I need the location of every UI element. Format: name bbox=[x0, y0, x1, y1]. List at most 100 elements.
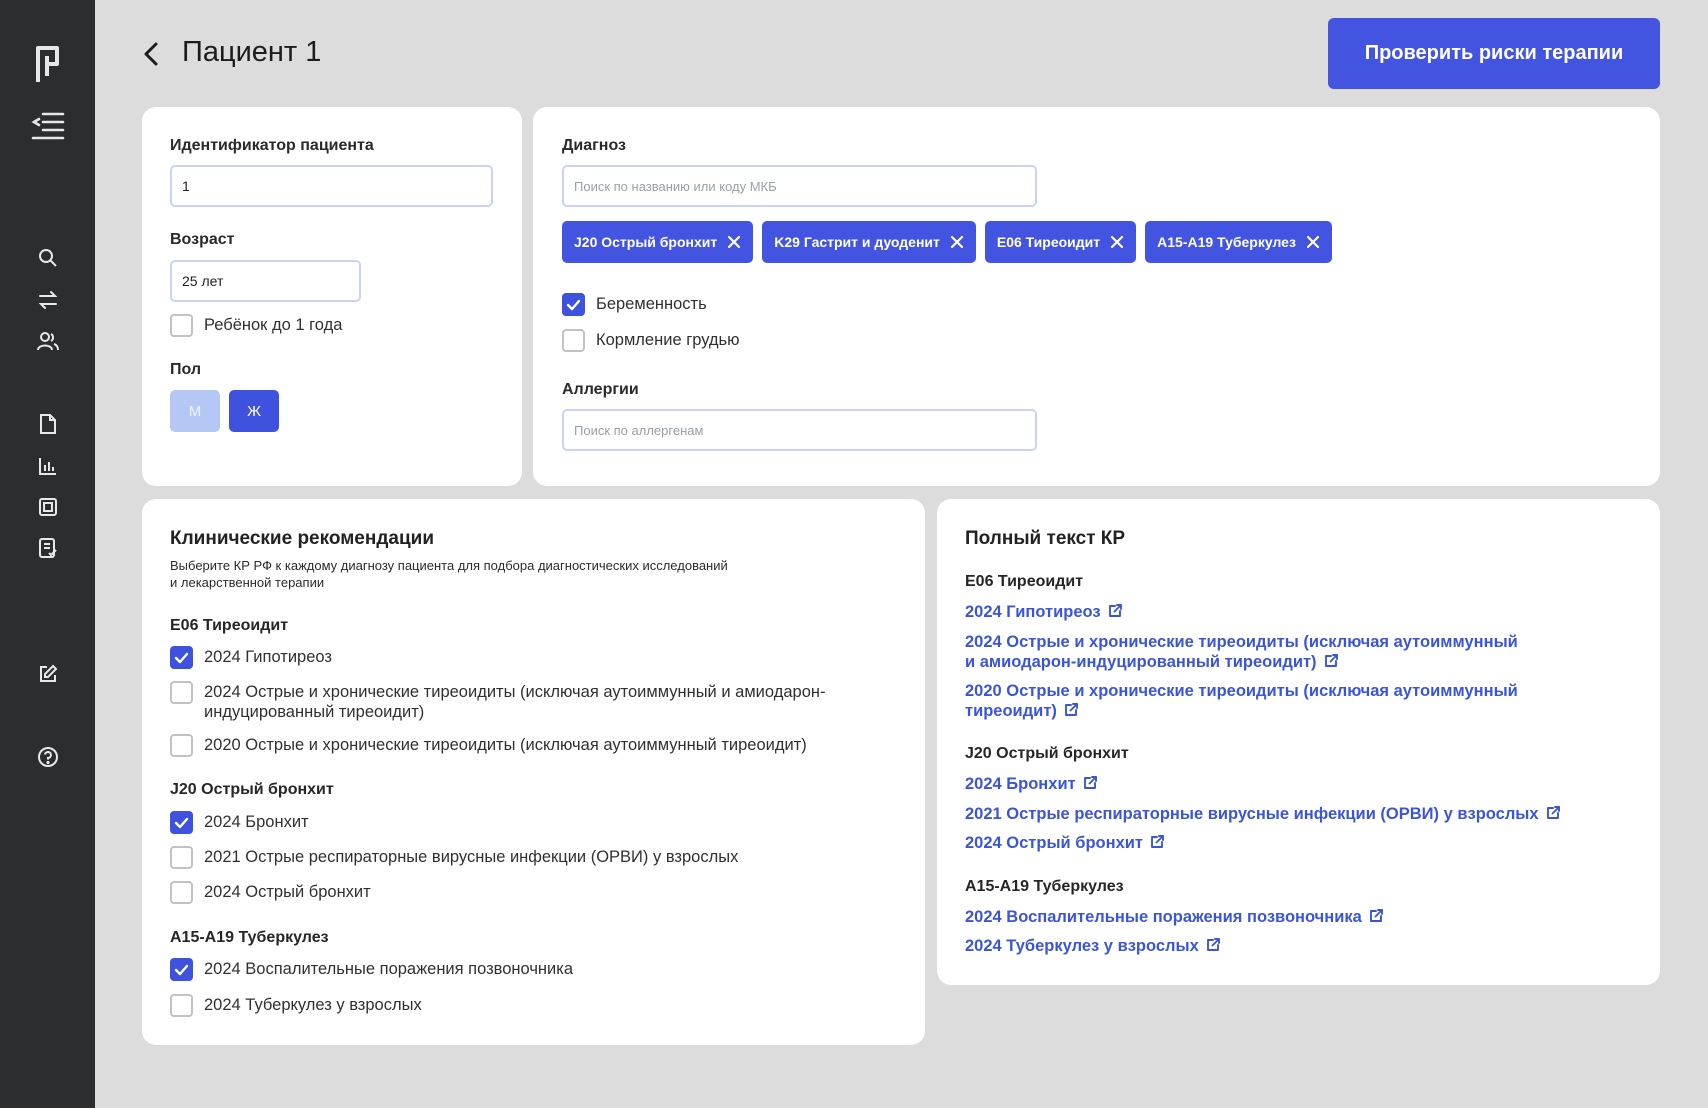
infant-checkbox-row[interactable]: Ребёнок до 1 года bbox=[170, 314, 342, 337]
link-text: тиреоидит) bbox=[965, 702, 1057, 720]
rec-checkbox[interactable] bbox=[170, 958, 193, 981]
pregnancy-checkbox-row[interactable]: Беременность bbox=[562, 293, 707, 316]
edit-icon[interactable] bbox=[0, 662, 95, 686]
breastfeeding-checkbox[interactable] bbox=[562, 329, 585, 352]
check-icon bbox=[174, 817, 189, 828]
link-text: 2024 Гипотиреоз bbox=[965, 603, 1101, 621]
subtitle-line: Выберите КР РФ к каждому диагнозу пациен… bbox=[170, 558, 728, 573]
rec-group-title: J20 Острый бронхит bbox=[170, 781, 334, 798]
chart-icon[interactable] bbox=[0, 454, 95, 478]
diagnosis-tags: J20 Острый бронхит K29 Гастрит и дуодени… bbox=[562, 221, 1332, 263]
rec-item-label: 2024 Острый бронхит bbox=[204, 883, 371, 901]
logo-icon[interactable] bbox=[0, 42, 95, 86]
rec-checkbox[interactable] bbox=[170, 734, 193, 757]
rec-item-label: 2021 Острые респираторные вирусные инфек… bbox=[204, 848, 739, 866]
rec-checkbox[interactable] bbox=[170, 646, 193, 669]
rec-item-label-line: индуцированный тиреоидит) bbox=[204, 703, 425, 721]
external-link-icon bbox=[1064, 703, 1078, 716]
rec-item[interactable]: 2021 Острые респираторные вирусные инфек… bbox=[170, 846, 738, 869]
link-text: и амиодарон-индуцированный тиреоидит) bbox=[965, 653, 1317, 671]
diagnosis-search-input[interactable]: Поиск по названию или коду МКБ bbox=[562, 165, 1037, 207]
fulltext-link[interactable]: 2024 Острые и хронические тиреоидиты (ис… bbox=[965, 632, 1518, 672]
rec-item[interactable]: 2024 Острый бронхит bbox=[170, 881, 371, 904]
link-text: 2024 Острые и хронические тиреоидиты (ис… bbox=[965, 633, 1518, 651]
subtitle-line: и лекарственной терапии bbox=[170, 575, 325, 590]
pregnancy-checkbox[interactable] bbox=[562, 293, 585, 316]
diagnosis-label: Диагноз bbox=[562, 137, 626, 154]
age-input[interactable]: 25 лет bbox=[170, 260, 361, 302]
rec-group-title: A15-A19 Туберкулез bbox=[170, 929, 329, 946]
allergy-search-input[interactable]: Поиск по аллергенам bbox=[562, 409, 1037, 451]
menu-collapse-icon[interactable] bbox=[0, 108, 95, 144]
infant-checkbox[interactable] bbox=[170, 314, 193, 337]
rec-checkbox[interactable] bbox=[170, 681, 193, 704]
sex-m-button[interactable]: М bbox=[170, 390, 220, 432]
link-text: 2024 Туберкулез у взрослых bbox=[965, 937, 1199, 955]
help-icon[interactable] bbox=[0, 745, 95, 769]
sex-label: Пол bbox=[170, 361, 202, 378]
users-icon[interactable] bbox=[0, 329, 95, 353]
swap-icon[interactable] bbox=[0, 288, 95, 312]
rec-item-label: 2024 Острые и хронические тиреоидиты (ис… bbox=[204, 681, 825, 722]
fulltext-link[interactable]: 2024 Гипотиреоз bbox=[965, 602, 1123, 622]
age-label: Возраст bbox=[170, 231, 235, 248]
patient-id-label: Идентификатор пациента bbox=[170, 137, 374, 154]
sex-f-button[interactable]: Ж bbox=[229, 390, 279, 432]
rec-item-label: 2024 Воспалительные поражения позвоночни… bbox=[204, 960, 574, 978]
link-text: 2024 Острый бронхит bbox=[965, 834, 1143, 852]
back-button[interactable] bbox=[138, 38, 166, 70]
external-link-icon bbox=[1083, 776, 1097, 789]
rec-item-label: 2024 Туберкулез у взрослых bbox=[204, 996, 422, 1014]
rec-checkbox[interactable] bbox=[170, 811, 193, 834]
patient-id-input[interactable]: 1 bbox=[170, 165, 493, 207]
check-therapy-risks-button[interactable]: Проверить риски терапии bbox=[1328, 18, 1660, 89]
search-icon[interactable] bbox=[0, 246, 95, 270]
check-icon bbox=[174, 964, 189, 975]
chevron-left-icon bbox=[144, 42, 158, 66]
fulltext-title: Полный текст КР bbox=[965, 528, 1126, 549]
sidebar bbox=[0, 0, 95, 1108]
link-text: 2024 Бронхит bbox=[965, 775, 1076, 793]
rec-item[interactable]: 2024 Бронхит bbox=[170, 811, 309, 834]
fulltext-link[interactable]: 2024 Бронхит bbox=[965, 774, 1098, 794]
external-link-icon bbox=[1324, 654, 1338, 667]
fulltext-link[interactable]: 2024 Туберкулез у взрослых bbox=[965, 936, 1221, 956]
rec-checkbox[interactable] bbox=[170, 994, 193, 1017]
fulltext-group-title: E06 Тиреоидит bbox=[965, 573, 1084, 590]
breastfeeding-checkbox-row[interactable]: Кормление грудью bbox=[562, 329, 740, 352]
fulltext-group-title: A15-A19 Туберкулез bbox=[965, 878, 1124, 895]
rec-checkbox[interactable] bbox=[170, 846, 193, 869]
fulltext-link[interactable]: 2024 Воспалительные поражения позвоночни… bbox=[965, 907, 1384, 927]
fulltext-link[interactable]: 2021 Острые респираторные вирусные инфек… bbox=[965, 804, 1561, 824]
diagnosis-tag: A15-A19 Туберкулез bbox=[1145, 221, 1332, 263]
infant-label: Ребёнок до 1 года bbox=[204, 316, 343, 334]
document-icon[interactable] bbox=[0, 412, 95, 436]
rec-checkbox[interactable] bbox=[170, 881, 193, 904]
tag-label: K29 Гастрит и дуоденит bbox=[774, 234, 940, 250]
rec-item[interactable]: 2024 Острые и хронические тиреоидиты (ис… bbox=[170, 681, 825, 722]
close-icon[interactable] bbox=[1109, 234, 1125, 250]
fulltext-link[interactable]: 2020 Острые и хронические тиреоидиты (ис… bbox=[965, 681, 1518, 721]
rec-item[interactable]: 2024 Воспалительные поражения позвоночни… bbox=[170, 958, 573, 981]
rec-item[interactable]: 2024 Туберкулез у взрослых bbox=[170, 994, 422, 1017]
external-link-icon bbox=[1206, 938, 1220, 951]
link-text: 2020 Острые и хронические тиреоидиты (ис… bbox=[965, 682, 1518, 700]
close-icon[interactable] bbox=[1305, 234, 1321, 250]
report-icon[interactable] bbox=[0, 536, 95, 560]
tag-label: E06 Тиреоидит bbox=[996, 234, 1101, 250]
rec-item[interactable]: 2020 Острые и хронические тиреоидиты (ис… bbox=[170, 734, 807, 757]
link-text: 2021 Острые респираторные вирусные инфек… bbox=[965, 805, 1539, 823]
fulltext-group-title: J20 Острый бронхит bbox=[965, 745, 1129, 762]
close-icon[interactable] bbox=[949, 234, 965, 250]
page-title: Пациент 1 bbox=[182, 36, 322, 68]
recommendations-title: Клинические рекомендации bbox=[170, 528, 435, 549]
fulltext-link[interactable]: 2024 Острый бронхит bbox=[965, 833, 1165, 853]
rec-item[interactable]: 2024 Гипотиреоз bbox=[170, 646, 332, 669]
rec-item-label-line: 2024 Острые и хронические тиреоидиты (ис… bbox=[204, 683, 826, 701]
image-icon[interactable] bbox=[0, 495, 95, 519]
tag-label: J20 Острый бронхит bbox=[574, 234, 718, 250]
external-link-icon bbox=[1369, 909, 1383, 922]
check-icon bbox=[174, 652, 189, 663]
close-icon[interactable] bbox=[726, 234, 742, 250]
rec-item-label: 2024 Гипотиреоз bbox=[204, 648, 332, 666]
